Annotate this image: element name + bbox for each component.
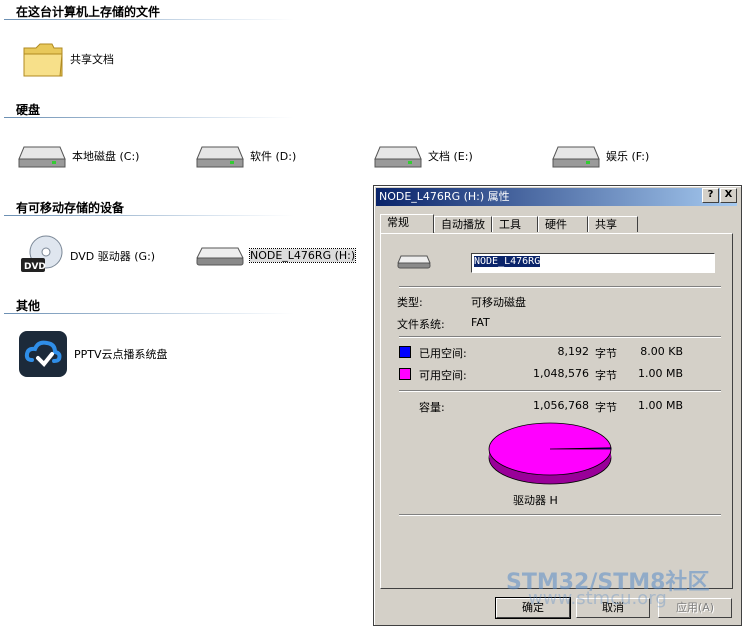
item-label: 共享文档 (70, 53, 114, 66)
hard-drive-icon (196, 146, 244, 168)
capacity-size: 1.00 MB (637, 399, 683, 412)
drive-g-dvd[interactable]: DVD DVD 驱动器 (G:) (20, 234, 155, 278)
item-label: PPTV云点播系统盘 (74, 348, 168, 361)
item-label: DVD 驱动器 (G:) (70, 250, 156, 263)
item-label: 软件 (D:) (250, 150, 297, 163)
pptv-cloud-icon (19, 331, 67, 377)
disk-usage-pie (488, 422, 612, 485)
tab-sharing[interactable]: 共享 (588, 216, 638, 232)
used-space-unit: 字节 (595, 347, 617, 360)
used-space-label: 已用空间: (419, 347, 467, 360)
help-button[interactable]: ? (702, 188, 719, 203)
filesystem-value: FAT (471, 316, 490, 329)
type-value: 可移动磁盘 (471, 296, 526, 309)
separator (399, 336, 721, 338)
volume-name-input[interactable]: NODE_L476RG (471, 253, 715, 273)
separator (399, 514, 721, 516)
drive-d[interactable]: 软件 (D:) (196, 143, 296, 169)
tab-general[interactable]: 常规 (380, 214, 434, 233)
dialog-title: NODE_L476RG (H:) 属性 (379, 190, 510, 203)
separator (399, 390, 721, 392)
close-button[interactable]: X (720, 188, 737, 203)
hard-drive-icon (18, 146, 66, 168)
folder-icon (23, 43, 63, 77)
capacity-label: 容量: (419, 401, 445, 414)
dialog-titlebar[interactable]: NODE_L476RG (H:) 属性 (376, 188, 737, 206)
drive-c[interactable]: 本地磁盘 (C:) (18, 143, 139, 169)
type-label: 类型: (397, 296, 423, 309)
apply-label: 应用(A) (675, 601, 715, 614)
section-title-disks: 硬盘 (16, 103, 41, 117)
used-space-bytes: 8,192 (557, 345, 590, 358)
tab-tools[interactable]: 工具 (492, 216, 538, 232)
section-divider (4, 19, 294, 20)
tab-hardware[interactable]: 硬件 (538, 216, 588, 232)
item-label: 娱乐 (F:) (606, 150, 650, 163)
drive-f[interactable]: 娱乐 (F:) (552, 143, 649, 169)
item-label: 文档 (E:) (428, 150, 473, 163)
section-divider (4, 313, 294, 314)
free-space-swatch (399, 368, 411, 380)
capacity-bytes: 1,056,768 (533, 399, 589, 412)
free-space-size: 1.00 MB (637, 367, 683, 380)
removable-drive-icon (397, 255, 431, 269)
section-divider (4, 215, 294, 216)
volume-name-text: NODE_L476RG (474, 256, 541, 267)
properties-dialog: NODE_L476RG (H:) 属性 ? X 常规 自动播放 工具 硬件 共享… (373, 185, 742, 626)
hard-drive-icon (552, 146, 600, 168)
filesystem-label: 文件系统: (397, 318, 445, 331)
drive-e[interactable]: 文档 (E:) (374, 143, 473, 169)
free-space-label: 可用空间: (419, 369, 467, 382)
watermark-url: www.stmcu.org (528, 588, 667, 609)
free-space-unit: 字节 (595, 369, 617, 382)
apply-button[interactable]: 应用(A) (658, 598, 732, 618)
section-divider (4, 117, 294, 118)
section-title-removable: 有可移动存储的设备 (16, 201, 125, 215)
drive-letter-label: 驱动器 H (513, 494, 558, 507)
capacity-unit: 字节 (595, 401, 617, 414)
item-label: 本地磁盘 (C:) (72, 150, 140, 163)
tab-autoplay[interactable]: 自动播放 (434, 216, 492, 232)
section-title-other: 其他 (16, 299, 41, 313)
used-space-size: 8.00 KB (640, 345, 683, 358)
item-label: NODE_L476RG (H:) (248, 247, 357, 263)
removable-drive-icon (196, 247, 244, 266)
drive-h-removable[interactable]: NODE_L476RG (H:) (196, 242, 357, 268)
svg-text:DVD: DVD (24, 262, 46, 272)
used-space-swatch (399, 346, 411, 358)
hard-drive-icon (374, 146, 422, 168)
free-space-bytes: 1,048,576 (533, 367, 589, 380)
dvd-drive-icon: DVD (21, 235, 63, 272)
section-title-stored: 在这台计算机上存储的文件 (16, 5, 161, 19)
tab-panel-general: NODE_L476RG 类型: 可移动磁盘 文件系统: FAT 已用空间: 8,… (380, 233, 733, 589)
shared-documents-folder[interactable]: 共享文档 (22, 40, 114, 78)
pptv-drive[interactable]: PPTV云点播系统盘 (18, 330, 168, 378)
separator (399, 286, 721, 288)
